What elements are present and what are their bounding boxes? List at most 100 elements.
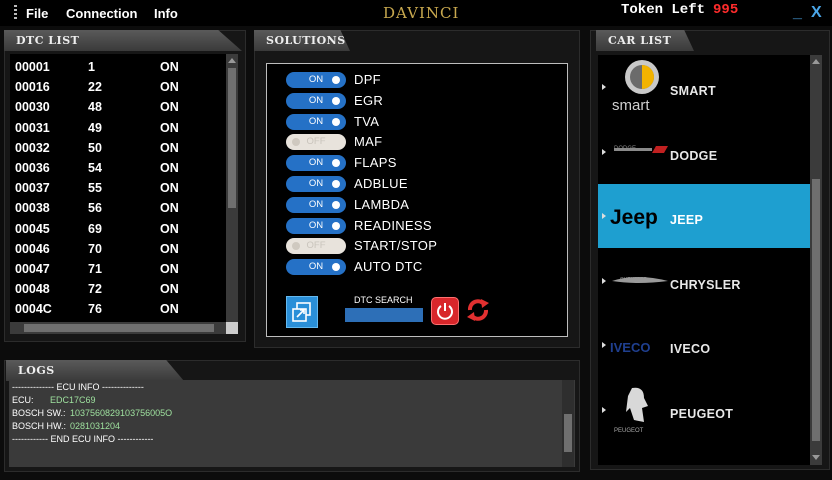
dtc-row[interactable]: 0004C 76 ON	[10, 298, 225, 318]
car-name: SMART	[670, 84, 716, 98]
dtc-row[interactable]: 00036 54 ON	[10, 157, 225, 177]
solution-toggle[interactable]: ON	[286, 217, 346, 234]
solution-name: AUTO DTC	[354, 259, 423, 275]
dtc-row[interactable]: 00032 50 ON	[10, 137, 225, 157]
solution-row: ON FLAPS	[286, 154, 546, 172]
dtc-row[interactable]: 00038 56 ON	[10, 197, 225, 217]
log-label: ECU:	[12, 395, 34, 405]
log-value: 1037560829103756005O	[70, 408, 173, 418]
car-item-smart[interactable]: smart SMART	[598, 55, 810, 119]
car-vertical-scrollbar[interactable]	[810, 55, 822, 465]
solution-name: ADBLUE	[354, 176, 408, 191]
car-scroll-up-icon[interactable]	[812, 59, 820, 64]
dtc-number: 54	[88, 161, 102, 175]
dtc-code: 00038	[15, 201, 50, 216]
dtc-status: ON	[160, 80, 179, 95]
menu-grip-icon	[14, 5, 17, 19]
solution-name: TVA	[354, 113, 380, 129]
toggle-knob	[332, 221, 340, 230]
solution-toggle[interactable]: ON	[286, 113, 346, 130]
dtc-row[interactable]: 00048 72 ON	[10, 278, 225, 298]
dtc-number: 76	[88, 302, 102, 317]
dtc-row[interactable]: 00031 49 ON	[10, 117, 225, 137]
dtc-row[interactable]: 00001 1 ON	[10, 56, 225, 76]
car-item-peugeot[interactable]: PEUGEOT PEUGEOT	[598, 378, 810, 442]
peugeot-logo: PEUGEOT	[604, 382, 670, 443]
dtc-horizontal-scrollbar[interactable]	[10, 322, 226, 334]
solution-row: ON LAMBDA	[286, 196, 546, 214]
dtc-number: 1	[88, 60, 95, 74]
car-item-dodge[interactable]: DODGE DODGE	[598, 120, 810, 184]
dtc-number: 49	[88, 120, 102, 135]
dtc-code: 00001	[15, 60, 50, 74]
solution-toggle[interactable]: ON	[286, 176, 346, 192]
dtc-status: ON	[160, 120, 179, 135]
dtc-status: ON	[160, 161, 179, 175]
car-scroll-down-icon[interactable]	[812, 455, 820, 460]
car-item-iveco[interactable]: IVECO IVECO	[598, 313, 810, 377]
solution-toggle[interactable]: OFF	[286, 134, 346, 151]
dtc-number: 71	[88, 262, 102, 276]
car-name: DODGE	[670, 148, 718, 163]
dtc-code: 00037	[15, 181, 50, 196]
dtc-row[interactable]: 00046 70 ON	[10, 238, 225, 258]
log-line: -------------- ECU INFO --------------	[12, 382, 144, 392]
dtc-code: 00047	[15, 262, 50, 276]
dtc-number: 55	[88, 181, 102, 196]
car-item-jeep[interactable]: Jeep JEEP	[598, 184, 810, 248]
solution-toggle[interactable]: ON	[286, 259, 346, 276]
dtc-scroll-thumb[interactable]	[228, 68, 236, 208]
dtc-status: ON	[160, 201, 179, 216]
solution-toggle[interactable]: ON	[286, 155, 346, 172]
solution-name: MAF	[354, 134, 383, 150]
dtc-status: ON	[160, 140, 179, 155]
solution-toggle[interactable]: ON	[286, 72, 346, 88]
solution-toggle[interactable]: ON	[286, 196, 346, 213]
toggle-knob	[332, 96, 340, 105]
toggle-knob	[332, 200, 340, 209]
close-button[interactable]: X	[811, 4, 822, 22]
menu-info[interactable]: Info	[154, 6, 178, 21]
solution-toggle[interactable]: OFF	[286, 238, 346, 255]
refresh-button[interactable]	[464, 295, 492, 325]
dtc-code: 00048	[15, 282, 50, 297]
solution-toggle[interactable]: ON	[286, 92, 346, 109]
app-title: DAVINCI	[383, 4, 460, 22]
dtc-row[interactable]: 00045 69 ON	[10, 218, 225, 238]
minimize-button[interactable]: _	[793, 4, 802, 22]
log-value: EDC17C69	[50, 395, 96, 405]
iveco-logo: IVECO	[604, 317, 670, 378]
car-scroll-thumb[interactable]	[812, 179, 820, 441]
scroll-up-icon[interactable]	[228, 58, 236, 63]
solution-row: ON TVA	[286, 113, 546, 131]
dtc-row[interactable]: 00037 55 ON	[10, 177, 225, 197]
dtc-hscroll-thumb[interactable]	[24, 324, 214, 332]
car-item-chrysler[interactable]: CHRYSLER CHRYSLER	[598, 249, 810, 313]
logs-panel-title: LOGS	[6, 360, 184, 381]
menu-connection[interactable]: Connection	[66, 6, 138, 21]
dtc-vertical-scrollbar[interactable]	[226, 54, 238, 326]
dtc-code: 00036	[15, 161, 50, 175]
logs-scroll-thumb[interactable]	[564, 414, 572, 452]
refresh-icon	[467, 299, 489, 321]
logs-box: -------------- ECU INFO -------------- EC…	[9, 380, 575, 467]
dodge-logo: DODGE	[604, 124, 670, 185]
restore-window-button[interactable]	[286, 296, 318, 328]
dtc-row[interactable]: 00047 71 ON	[10, 258, 225, 278]
solution-row: ON EGR	[286, 92, 546, 110]
power-icon	[437, 303, 453, 320]
dtc-search-label: DTC SEARCH	[354, 295, 413, 305]
log-label: BOSCH HW.:	[12, 421, 67, 431]
solution-row: ON READINESS	[286, 217, 546, 235]
car-name: PEUGEOT	[670, 406, 734, 421]
menu-file[interactable]: File	[26, 6, 48, 21]
dtc-number: 56	[88, 201, 102, 216]
power-button[interactable]	[431, 297, 459, 325]
logs-vertical-scrollbar[interactable]	[562, 380, 574, 467]
dtc-row[interactable]: 00030 48 ON	[10, 96, 225, 116]
car-name: IVECO	[670, 342, 711, 356]
dtc-search-input[interactable]	[345, 308, 423, 322]
log-line: BOSCH HW.: 0281031204	[12, 421, 120, 431]
dtc-row[interactable]: 00016 22 ON	[10, 76, 225, 96]
token-value: 995	[713, 2, 739, 18]
